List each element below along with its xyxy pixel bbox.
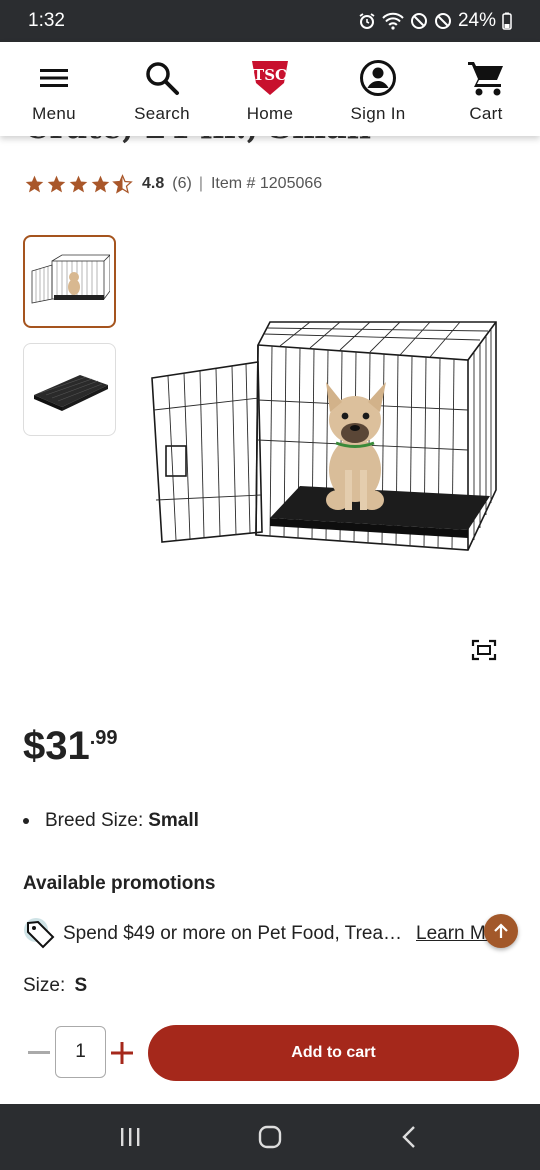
size-label: Size: xyxy=(23,975,66,996)
nav-home-label: Home xyxy=(246,104,294,123)
hamburger-icon xyxy=(40,58,68,98)
nav-cart-label: Cart xyxy=(469,104,503,123)
star-icon xyxy=(47,175,66,193)
nav-home[interactable]: TSC Home xyxy=(216,42,324,136)
nav-sign-in[interactable]: Sign In xyxy=(324,42,432,136)
price: $31 .99 xyxy=(23,722,118,770)
nav-cart[interactable]: Cart xyxy=(432,42,540,136)
size-row: Size: S xyxy=(23,975,87,997)
quantity-decrease-button[interactable] xyxy=(25,1036,53,1070)
back-icon xyxy=(402,1126,415,1148)
minus-icon xyxy=(28,1051,50,1054)
search-icon xyxy=(144,58,180,98)
nav-search[interactable]: Search xyxy=(108,42,216,136)
nav-menu[interactable]: Menu xyxy=(0,42,108,136)
separator: | xyxy=(198,175,203,192)
review-count[interactable]: (6) xyxy=(172,175,192,193)
breed-size-label: Breed Size: xyxy=(45,810,144,831)
promotions-heading: Available promotions xyxy=(23,873,216,894)
system-navigation-bar xyxy=(0,1104,540,1170)
status-time: 1:32 xyxy=(28,10,65,31)
home-icon xyxy=(258,1125,282,1149)
learn-more-link[interactable]: Learn More xyxy=(416,923,488,945)
status-icons: 24% xyxy=(358,10,512,32)
tsc-logo-text: TSC xyxy=(253,66,287,84)
back-button[interactable] xyxy=(390,1117,430,1157)
breed-size-row: Breed Size: Small xyxy=(23,810,199,832)
star-icon xyxy=(91,175,110,193)
plus-icon xyxy=(111,1042,133,1064)
quantity-input[interactable]: 1 xyxy=(55,1026,106,1078)
tag-icon xyxy=(23,917,57,951)
top-navigation: Menu Search TSC Home Sign In Cart xyxy=(0,42,540,136)
thumbnail-crate-with-dog[interactable] xyxy=(23,235,116,328)
nav-sign-in-label: Sign In xyxy=(350,104,406,123)
status-bar: 1:32 24% xyxy=(0,0,540,42)
fullscreen-icon[interactable] xyxy=(468,634,500,666)
item-number: Item # 1205066 xyxy=(210,175,323,192)
price-dollars: $31 xyxy=(23,724,90,768)
star-icon xyxy=(25,175,44,193)
thumbnail-crate-tray[interactable] xyxy=(23,343,116,436)
rating-value: 4.8 xyxy=(142,175,165,192)
battery-percent: 24% xyxy=(457,10,496,31)
star-icon xyxy=(69,175,88,193)
half-star-icon xyxy=(112,174,133,194)
promotion-item: Spend $49 or more on Pet Food, Treats an… xyxy=(23,914,523,954)
wifi-icon xyxy=(382,12,404,30)
cart-icon xyxy=(466,58,506,98)
product-main-image[interactable] xyxy=(140,300,510,570)
add-to-cart-button[interactable]: Add to cart xyxy=(148,1025,519,1081)
dnd-icon xyxy=(410,12,428,30)
recent-apps-icon xyxy=(121,1128,140,1146)
tsc-logo: TSC xyxy=(250,58,290,98)
size-value: S xyxy=(74,975,88,996)
nav-search-label: Search xyxy=(134,104,190,123)
account-icon xyxy=(359,58,397,98)
promotion-text: Spend $49 or more on Pet Food, Treats an… xyxy=(63,923,403,944)
battery-icon xyxy=(502,12,512,30)
blocked-icon xyxy=(434,12,452,30)
breed-size-value: Small xyxy=(148,810,199,831)
price-cents: .99 xyxy=(89,727,118,749)
rating-row[interactable]: 4.8 (6) | Item # 1205066 xyxy=(24,174,322,194)
star-rating xyxy=(24,174,133,194)
scroll-to-top-button[interactable] xyxy=(484,914,518,948)
home-button[interactable] xyxy=(250,1117,290,1157)
quantity-increase-button[interactable] xyxy=(108,1036,136,1070)
recent-apps-button[interactable] xyxy=(110,1117,150,1157)
alarm-icon xyxy=(358,12,376,30)
nav-menu-label: Menu xyxy=(32,104,76,123)
bullet xyxy=(23,818,29,824)
arrow-up-icon xyxy=(494,923,508,938)
